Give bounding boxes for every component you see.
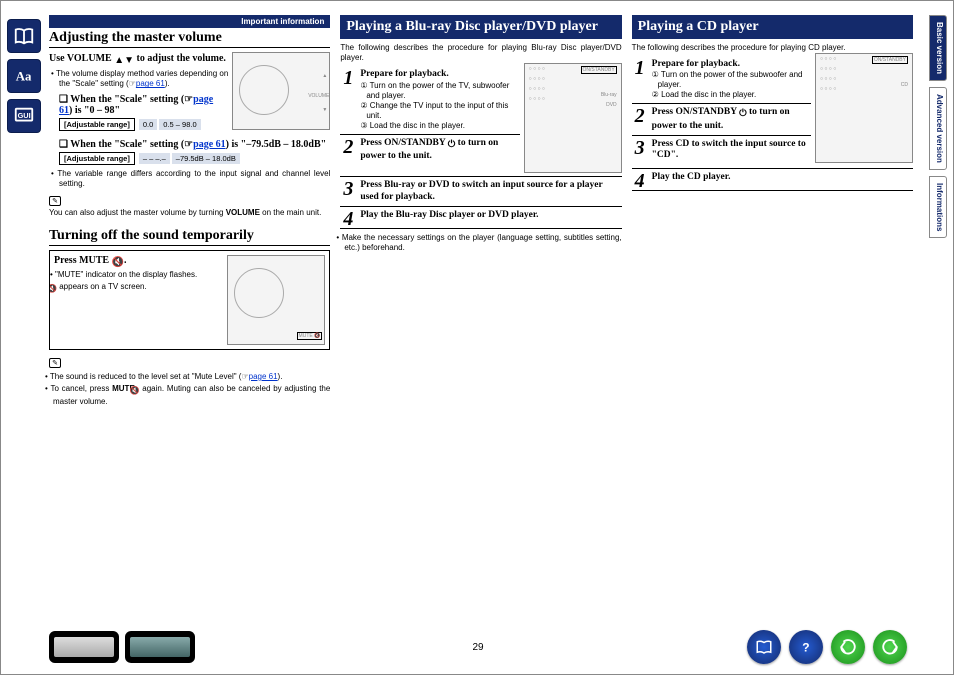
step-title: Press CD to switch the input source to "… [652, 139, 811, 162]
txt: VOLUME [67, 53, 112, 64]
nav-next-button[interactable] [873, 630, 907, 664]
step-title: Press ON/STANDBY ⏻ to turn on power to t… [652, 107, 811, 132]
nav-book-button[interactable] [747, 630, 781, 664]
sidebar-aa-icon[interactable]: Aa [7, 59, 41, 93]
power-icon: ⏻ [739, 109, 747, 120]
step-number: 4 [340, 210, 356, 228]
step-title: Press Blu-ray or DVD to switch an input … [360, 180, 621, 203]
tab-advanced-version[interactable]: Advanced version [929, 87, 947, 170]
step-title: Play the Blu-ray Disc player or DVD play… [360, 210, 621, 221]
step-number: 3 [632, 139, 648, 157]
page-number: 29 [472, 642, 483, 653]
remote-illustration: ○ ○ ○ ○ ○ ○ ○ ○ ○ ○ ○ ○ ○ ○ ○ ○ ON/STAND… [815, 53, 913, 163]
remote-illustration: ▲ ▼ VOLUME [232, 52, 330, 130]
adjustable-range-label: [Adjustable range] [59, 152, 135, 165]
sidebar-book-icon[interactable] [7, 19, 41, 53]
link-page-61[interactable]: page 61 [136, 79, 165, 88]
step-number: 4 [632, 172, 648, 190]
step-title: Play the CD player. [652, 172, 913, 183]
txt: ① Turn on the power of the TV, subwoofer… [366, 81, 519, 101]
tab-basic-version[interactable]: Basic version [929, 15, 947, 81]
subhead-scale-db: ❏ When the "Scale" setting (☞page 61) is… [59, 139, 330, 150]
tab-informations[interactable]: Informations [929, 176, 947, 238]
adjustable-range-label: [Adjustable range] [59, 118, 135, 131]
volume-arrows-icon: ▲▼ [114, 54, 134, 67]
remote-illustration: ○ ○ ○ ○ ○ ○ ○ ○ ○ ○ ○ ○ ○ ○ ○ ○ ON/STAND… [524, 63, 622, 173]
txt: The following describes the procedure fo… [632, 43, 913, 53]
sidebar-gui-icon[interactable]: GUI [7, 99, 41, 133]
txt: ② Load the disc in the player. [658, 90, 811, 100]
txt: Use [49, 53, 67, 64]
txt: ③ Load the disc in the player. [366, 121, 519, 131]
step-title: Prepare for playback. [360, 69, 448, 79]
heading-cd: Playing a CD player [632, 15, 913, 39]
mute-icon: 🔇 [112, 257, 124, 268]
step-title: Prepare for playback. [652, 59, 740, 69]
link-page-61[interactable]: page 61 [249, 372, 278, 381]
svg-text:?: ? [802, 641, 809, 655]
txt: ① Turn on the power of the subwoofer and… [658, 70, 811, 90]
txt: The sound is reduced to the level set at… [53, 372, 330, 382]
pencil-note-icon: ✎ [49, 196, 61, 206]
pencil-note-icon: ✎ [49, 358, 61, 368]
device-front-thumb[interactable] [49, 631, 119, 663]
remote-illustration: MUTE 🔇 [227, 255, 325, 345]
txt: The variable range differs according to … [59, 169, 330, 190]
txt: You can also adjust the master volume by… [49, 208, 330, 218]
step-number: 2 [632, 107, 648, 125]
heading-bluray-dvd: Playing a Blu-ray Disc player/DVD player [340, 15, 621, 39]
heading-turn-off-sound: Turning off the sound temporarily [49, 228, 330, 246]
range-val: 0.0 [139, 119, 157, 130]
step-number: 1 [340, 69, 356, 87]
range-val: – – –.– [139, 153, 170, 164]
txt: ② Change the TV input to the input of th… [366, 101, 519, 121]
step-number: 3 [340, 180, 356, 198]
info-bar: Important information [49, 15, 330, 28]
txt: to adjust the volume. [134, 53, 226, 64]
txt: The following describes the procedure fo… [340, 43, 621, 64]
range-val: –79.5dB – 18.0dB [172, 153, 240, 164]
txt: To cancel, press MUTE 🔇 again. Muting ca… [53, 384, 330, 407]
txt: Make the necessary settings on the playe… [344, 233, 621, 254]
range-val: 0.5 – 98.0 [159, 119, 200, 130]
nav-help-button[interactable]: ? [789, 630, 823, 664]
nav-prev-button[interactable] [831, 630, 865, 664]
svg-text:GUI: GUI [18, 111, 31, 120]
heading-master-volume: Adjusting the master volume [49, 30, 330, 48]
device-rear-thumb[interactable] [125, 631, 195, 663]
svg-text:Aa: Aa [16, 70, 32, 84]
step-number: 1 [632, 59, 648, 77]
step-number: 2 [340, 138, 356, 156]
step-title: Press ON/STANDBY ⏻ to turn on power to t… [360, 138, 519, 163]
link-page-61[interactable]: page 61 [193, 139, 226, 150]
